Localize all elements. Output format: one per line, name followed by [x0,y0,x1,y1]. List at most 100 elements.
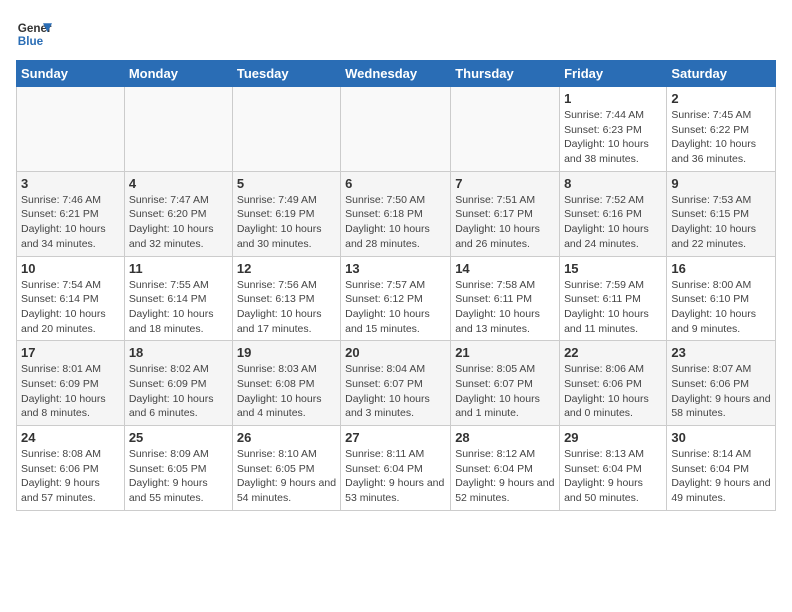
day-info: Sunrise: 8:00 AM Sunset: 6:10 PM Dayligh… [671,278,771,337]
day-info: Sunrise: 8:12 AM Sunset: 6:04 PM Dayligh… [455,447,555,506]
calendar-cell: 6 Sunrise: 7:50 AM Sunset: 6:18 PM Daylig… [341,171,451,256]
day-info: Sunrise: 7:44 AM Sunset: 6:23 PM Dayligh… [564,108,662,167]
day-info: Sunrise: 7:46 AM Sunset: 6:21 PM Dayligh… [21,193,120,252]
day-number: 25 [129,430,228,445]
day-info: Sunrise: 8:14 AM Sunset: 6:04 PM Dayligh… [671,447,771,506]
day-number: 9 [671,176,771,191]
calendar-cell: 15 Sunrise: 7:59 AM Sunset: 6:11 PM Dayli… [560,256,667,341]
calendar-cell: 9 Sunrise: 7:53 AM Sunset: 6:15 PM Daylig… [667,171,776,256]
calendar-table: SundayMondayTuesdayWednesdayThursdayFrid… [16,60,776,511]
calendar-cell: 4 Sunrise: 7:47 AM Sunset: 6:20 PM Daylig… [124,171,232,256]
day-number: 15 [564,261,662,276]
day-info: Sunrise: 8:05 AM Sunset: 6:07 PM Dayligh… [455,362,555,421]
day-info: Sunrise: 7:45 AM Sunset: 6:22 PM Dayligh… [671,108,771,167]
day-number: 13 [345,261,446,276]
day-info: Sunrise: 8:13 AM Sunset: 6:04 PM Dayligh… [564,447,662,506]
week-row-3: 10Sunrise: 7:54 AM Sunset: 6:14 PM Dayli… [17,256,776,341]
day-info: Sunrise: 7:58 AM Sunset: 6:11 PM Dayligh… [455,278,555,337]
day-info: Sunrise: 7:54 AM Sunset: 6:14 PM Dayligh… [21,278,120,337]
day-number: 2 [671,91,771,106]
day-info: Sunrise: 8:04 AM Sunset: 6:07 PM Dayligh… [345,362,446,421]
week-row-1: 1 Sunrise: 7:44 AM Sunset: 6:23 PM Daylig… [17,87,776,172]
logo: General Blue [16,16,52,52]
calendar-cell: 23 Sunrise: 8:07 AM Sunset: 6:06 PM Dayli… [667,341,776,426]
day-number: 28 [455,430,555,445]
day-info: Sunrise: 7:56 AM Sunset: 6:13 PM Dayligh… [237,278,336,337]
week-row-5: 24Sunrise: 8:08 AM Sunset: 6:06 PM Dayli… [17,426,776,511]
calendar-cell [124,87,232,172]
calendar-cell: 17 Sunrise: 8:01 AM Sunset: 6:09 PM Dayli… [17,341,125,426]
day-number: 30 [671,430,771,445]
day-number: 18 [129,345,228,360]
day-info: Sunrise: 8:02 AM Sunset: 6:09 PM Dayligh… [129,362,228,421]
svg-text:Blue: Blue [18,35,44,48]
logo-icon: General Blue [16,16,52,52]
calendar-cell: 20 Sunrise: 8:04 AM Sunset: 6:07 PM Dayli… [341,341,451,426]
calendar-cell: 5Sunrise: 7:49 AM Sunset: 6:19 PM Daylig… [232,171,340,256]
calendar-cell: 21 Sunrise: 8:05 AM Sunset: 6:07 PM Dayli… [451,341,560,426]
calendar-cell: 8 Sunrise: 7:52 AM Sunset: 6:16 PM Daylig… [560,171,667,256]
day-number: 17 [21,345,120,360]
calendar-cell [451,87,560,172]
calendar-cell: 26 Sunrise: 8:10 AM Sunset: 6:05 PM Dayli… [232,426,340,511]
day-number: 21 [455,345,555,360]
day-number: 20 [345,345,446,360]
calendar-cell: 18 Sunrise: 8:02 AM Sunset: 6:09 PM Dayli… [124,341,232,426]
day-number: 23 [671,345,771,360]
day-info: Sunrise: 8:07 AM Sunset: 6:06 PM Dayligh… [671,362,771,421]
day-number: 29 [564,430,662,445]
header: General Blue [16,16,776,52]
day-info: Sunrise: 8:11 AM Sunset: 6:04 PM Dayligh… [345,447,446,506]
day-info: Sunrise: 7:52 AM Sunset: 6:16 PM Dayligh… [564,193,662,252]
day-info: Sunrise: 8:10 AM Sunset: 6:05 PM Dayligh… [237,447,336,506]
calendar-cell: 22 Sunrise: 8:06 AM Sunset: 6:06 PM Dayli… [560,341,667,426]
day-info: Sunrise: 7:59 AM Sunset: 6:11 PM Dayligh… [564,278,662,337]
calendar-cell: 14 Sunrise: 7:58 AM Sunset: 6:11 PM Dayli… [451,256,560,341]
calendar-cell: 12 Sunrise: 7:56 AM Sunset: 6:13 PM Dayli… [232,256,340,341]
day-info: Sunrise: 7:47 AM Sunset: 6:20 PM Dayligh… [129,193,228,252]
week-row-4: 17 Sunrise: 8:01 AM Sunset: 6:09 PM Dayli… [17,341,776,426]
column-header-thursday: Thursday [451,61,560,87]
column-header-friday: Friday [560,61,667,87]
calendar-cell: 28 Sunrise: 8:12 AM Sunset: 6:04 PM Dayli… [451,426,560,511]
day-number: 8 [564,176,662,191]
day-number: 12 [237,261,336,276]
day-number: 19 [237,345,336,360]
day-info: Sunrise: 7:53 AM Sunset: 6:15 PM Dayligh… [671,193,771,252]
calendar-cell: 11Sunrise: 7:55 AM Sunset: 6:14 PM Dayli… [124,256,232,341]
calendar-cell: 3 Sunrise: 7:46 AM Sunset: 6:21 PM Daylig… [17,171,125,256]
calendar-cell: 24Sunrise: 8:08 AM Sunset: 6:06 PM Dayli… [17,426,125,511]
day-info: Sunrise: 7:57 AM Sunset: 6:12 PM Dayligh… [345,278,446,337]
calendar-cell: 16 Sunrise: 8:00 AM Sunset: 6:10 PM Dayli… [667,256,776,341]
calendar-cell [232,87,340,172]
calendar-cell: 10Sunrise: 7:54 AM Sunset: 6:14 PM Dayli… [17,256,125,341]
day-info: Sunrise: 8:01 AM Sunset: 6:09 PM Dayligh… [21,362,120,421]
day-number: 4 [129,176,228,191]
day-number: 11 [129,261,228,276]
day-number: 14 [455,261,555,276]
calendar-cell: 13 Sunrise: 7:57 AM Sunset: 6:12 PM Dayli… [341,256,451,341]
day-number: 1 [564,91,662,106]
day-info: Sunrise: 8:06 AM Sunset: 6:06 PM Dayligh… [564,362,662,421]
day-number: 6 [345,176,446,191]
calendar-cell [341,87,451,172]
calendar-cell: 7 Sunrise: 7:51 AM Sunset: 6:17 PM Daylig… [451,171,560,256]
column-header-saturday: Saturday [667,61,776,87]
day-info: Sunrise: 8:03 AM Sunset: 6:08 PM Dayligh… [237,362,336,421]
column-header-tuesday: Tuesday [232,61,340,87]
day-number: 22 [564,345,662,360]
calendar-cell: 30 Sunrise: 8:14 AM Sunset: 6:04 PM Dayli… [667,426,776,511]
day-number: 3 [21,176,120,191]
calendar-cell: 19 Sunrise: 8:03 AM Sunset: 6:08 PM Dayli… [232,341,340,426]
column-header-monday: Monday [124,61,232,87]
day-info: Sunrise: 7:50 AM Sunset: 6:18 PM Dayligh… [345,193,446,252]
calendar-cell: 25Sunrise: 8:09 AM Sunset: 6:05 PM Dayli… [124,426,232,511]
calendar-cell: 27Sunrise: 8:11 AM Sunset: 6:04 PM Dayli… [341,426,451,511]
day-number: 16 [671,261,771,276]
day-number: 26 [237,430,336,445]
day-info: Sunrise: 7:51 AM Sunset: 6:17 PM Dayligh… [455,193,555,252]
day-number: 7 [455,176,555,191]
column-header-sunday: Sunday [17,61,125,87]
day-number: 24 [21,430,120,445]
calendar-cell: 2 Sunrise: 7:45 AM Sunset: 6:22 PM Daylig… [667,87,776,172]
